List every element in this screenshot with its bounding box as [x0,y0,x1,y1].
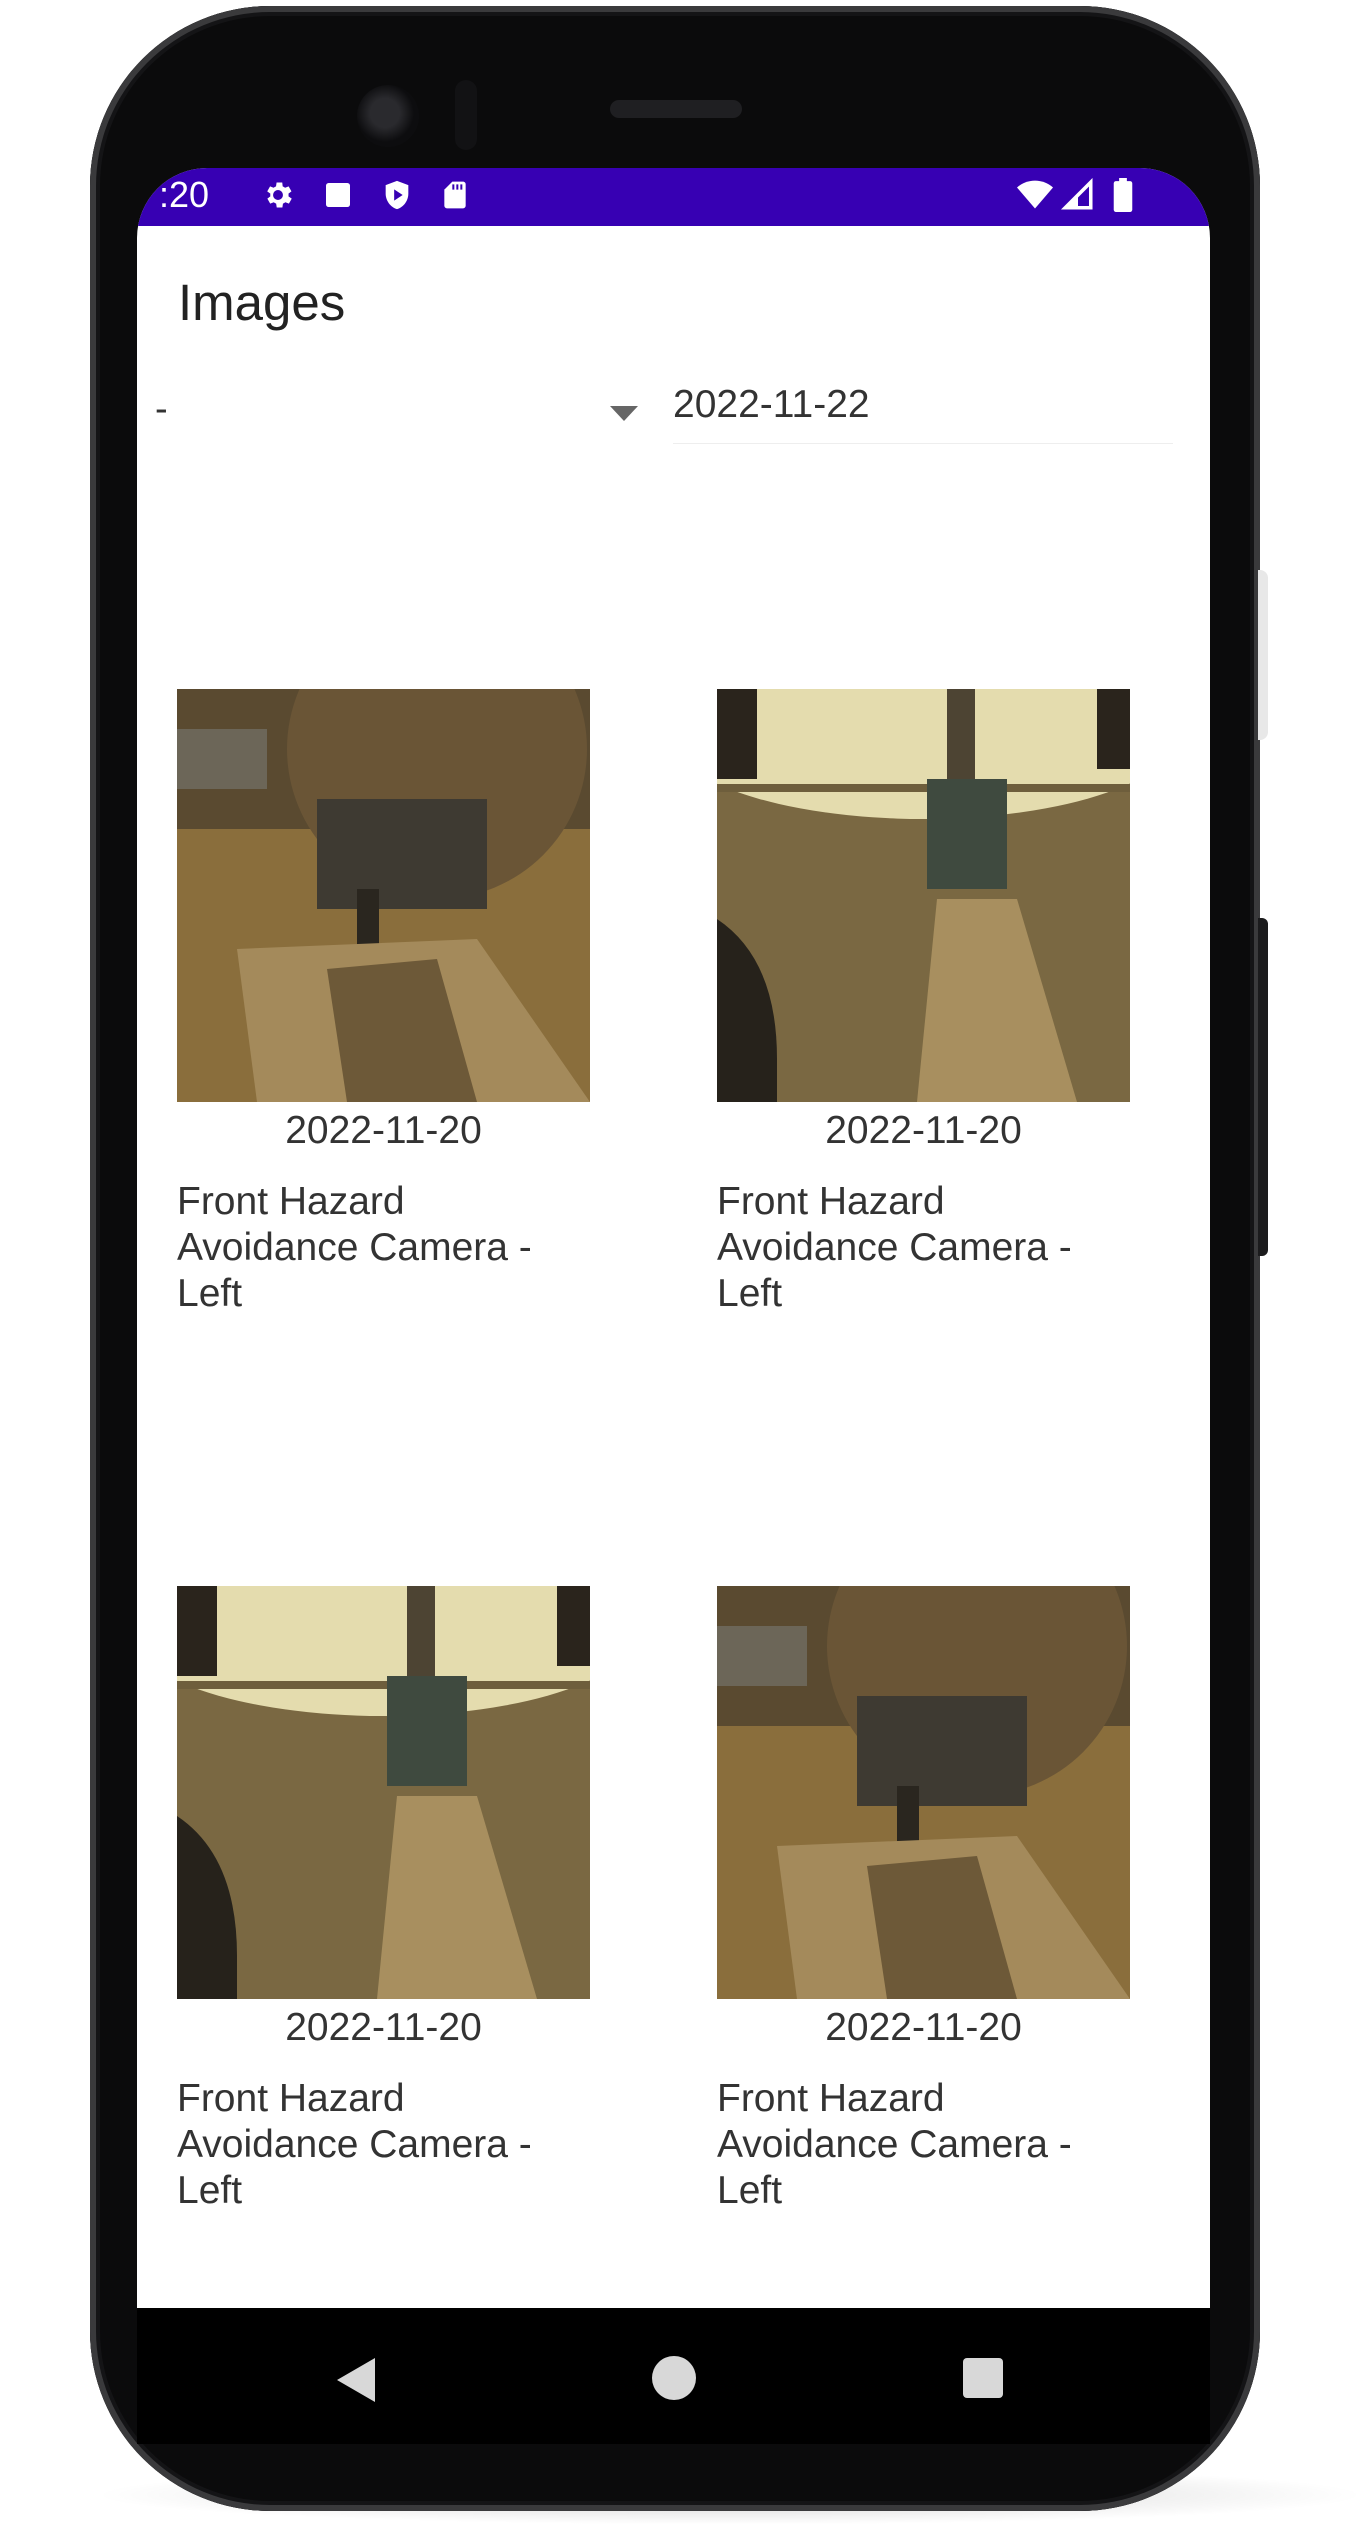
image-date: 2022-11-20 [285,2006,482,2049]
status-time: :20 [159,174,210,215]
recents-icon[interactable] [963,2358,1003,2398]
earpiece-speaker [610,100,742,118]
image-camera-name: Front Hazard Avoidance Camera - Left [717,2077,1072,2212]
power-button [1258,570,1268,740]
image-date: 2022-11-20 [825,2006,1022,2049]
app-screen: :20 Images - 2022-11-22 2022-11-20 Front… [137,168,1210,2308]
rover-image[interactable] [177,1586,590,1999]
date-input-underline [673,443,1173,444]
image-camera-name: Front Hazard Avoidance Camera - Left [177,1180,532,1315]
wifi-icon [1017,177,1053,213]
rover-image[interactable] [717,689,1130,1102]
image-camera-name: Front Hazard Avoidance Camera - Left [717,1180,1072,1315]
front-camera [357,85,419,147]
navigation-bar [137,2308,1210,2444]
image-date: 2022-11-20 [285,1109,482,1152]
camera-select-value: - [155,388,168,430]
shield-play-icon [379,177,415,213]
camera-select[interactable]: - [155,388,638,448]
date-input[interactable]: 2022-11-22 [673,383,870,427]
volume-button [1258,918,1268,1256]
image-date: 2022-11-20 [825,1109,1022,1152]
gear-icon [260,177,296,213]
signal-icon [1060,177,1096,213]
battery-icon [1105,177,1141,213]
proximity-sensor [455,80,477,150]
sd-card-icon [437,177,473,213]
image-camera-name: Front Hazard Avoidance Camera - Left [177,2077,532,2212]
rover-image[interactable] [717,1586,1130,1999]
back-icon[interactable] [337,2358,375,2402]
status-bar: :20 [137,168,1210,226]
dropdown-arrow-icon [610,406,638,421]
rover-image[interactable] [177,689,590,1102]
page-title: Images [178,274,346,331]
home-icon[interactable] [652,2356,696,2400]
square-icon [320,177,356,213]
